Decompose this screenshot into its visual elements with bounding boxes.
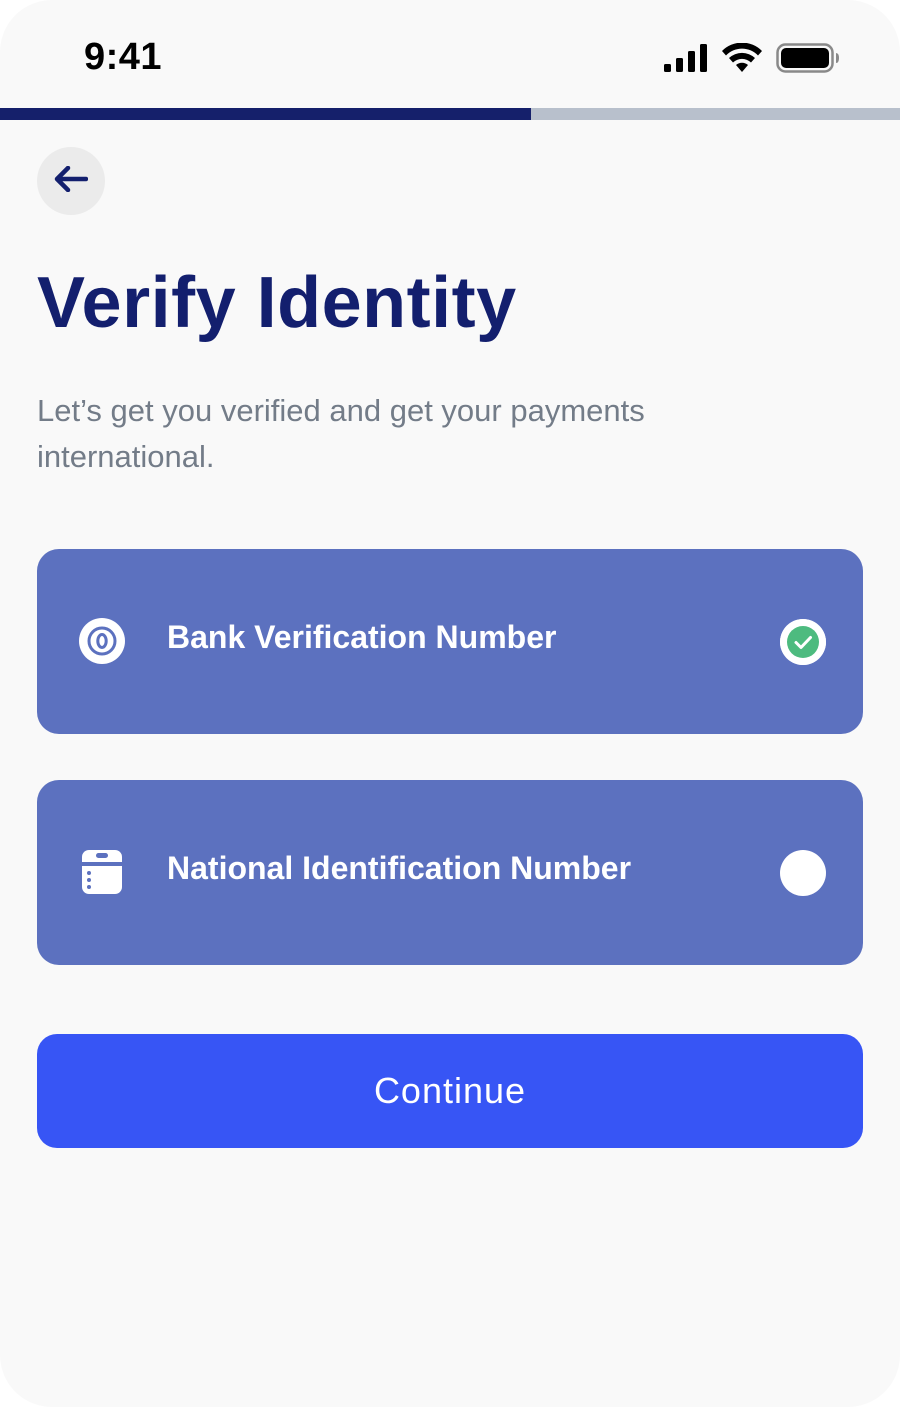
option-label: Bank Verification Number xyxy=(167,619,557,655)
option-radio-selected[interactable] xyxy=(780,619,826,665)
continue-button[interactable]: Continue xyxy=(37,1034,863,1148)
arrow-left-icon xyxy=(54,165,89,197)
progress-bar-fill xyxy=(0,108,531,120)
status-icons xyxy=(664,42,840,78)
check-circle-icon xyxy=(780,619,826,665)
id-card-icon xyxy=(79,849,125,895)
bank-token-icon xyxy=(79,618,125,664)
back-button[interactable] xyxy=(37,147,105,215)
option-bank-verification-number[interactable]: Bank Verification Number xyxy=(37,549,863,734)
cellular-signal-icon xyxy=(664,43,708,77)
page-title: Verify Identity xyxy=(37,263,517,343)
phone-screen: 9:41 Verify Identity Let’s get you verif… xyxy=(0,0,900,1407)
wifi-icon xyxy=(722,42,762,78)
option-national-identification-number[interactable]: National Identification Number xyxy=(37,780,863,965)
option-label: National Identification Number xyxy=(167,850,632,886)
progress-bar xyxy=(0,108,900,120)
option-radio-unselected[interactable] xyxy=(780,850,826,896)
status-time: 9:41 xyxy=(84,36,163,78)
status-bar: 9:41 xyxy=(0,0,900,108)
battery-icon xyxy=(776,42,840,78)
page-subtitle: Let’s get you verified and get your paym… xyxy=(37,393,645,474)
